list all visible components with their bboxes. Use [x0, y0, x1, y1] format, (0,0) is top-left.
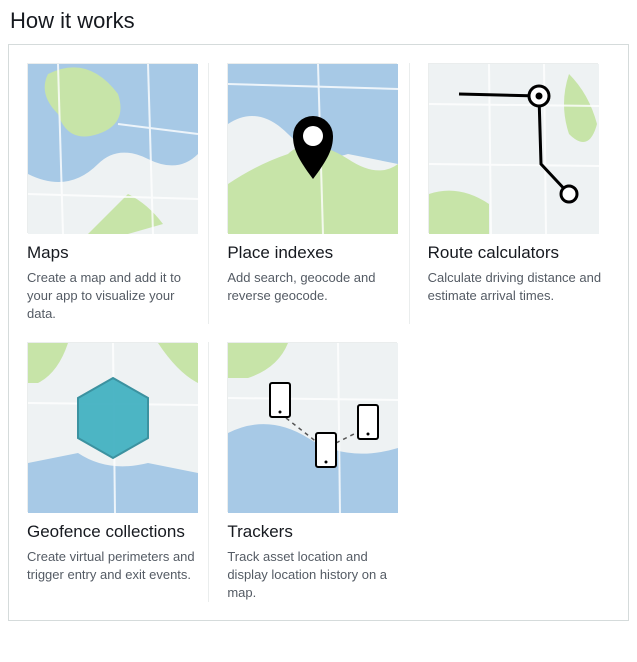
- card-description: Calculate driving distance and estimate …: [428, 269, 610, 305]
- place-indexes-thumbnail: [227, 63, 397, 233]
- card-route-calculators[interactable]: Route calculators Calculate driving dist…: [428, 63, 610, 324]
- card-trackers[interactable]: Trackers Track asset location and displa…: [227, 342, 409, 603]
- phone-icon: [358, 405, 378, 439]
- trackers-thumbnail: [227, 342, 397, 512]
- phone-icon: [270, 383, 290, 417]
- card-description: Track asset location and display locatio…: [227, 548, 399, 603]
- card-description: Create virtual perimeters and trigger en…: [27, 548, 198, 584]
- card-geofence-collections[interactable]: Geofence collections Create virtual peri…: [27, 342, 209, 603]
- route-end-icon: [561, 186, 577, 202]
- card-title: Route calculators: [428, 243, 610, 263]
- card-description: Create a map and add it to your app to v…: [27, 269, 198, 324]
- phone-icon: [316, 433, 336, 467]
- card-title: Geofence collections: [27, 522, 198, 542]
- how-it-works-panel: Maps Create a map and add it to your app…: [8, 44, 629, 621]
- card-grid: Maps Create a map and add it to your app…: [27, 63, 610, 602]
- route-calculators-thumbnail: [428, 63, 598, 233]
- route-start-icon: [529, 86, 549, 106]
- card-place-indexes[interactable]: Place indexes Add search, geocode and re…: [227, 63, 409, 324]
- geofence-collections-thumbnail: [27, 342, 197, 512]
- card-title: Trackers: [227, 522, 399, 542]
- card-title: Place indexes: [227, 243, 398, 263]
- maps-thumbnail: [27, 63, 197, 233]
- card-title: Maps: [27, 243, 198, 263]
- section-title: How it works: [8, 8, 629, 34]
- card-description: Add search, geocode and reverse geocode.: [227, 269, 398, 305]
- card-maps[interactable]: Maps Create a map and add it to your app…: [27, 63, 209, 324]
